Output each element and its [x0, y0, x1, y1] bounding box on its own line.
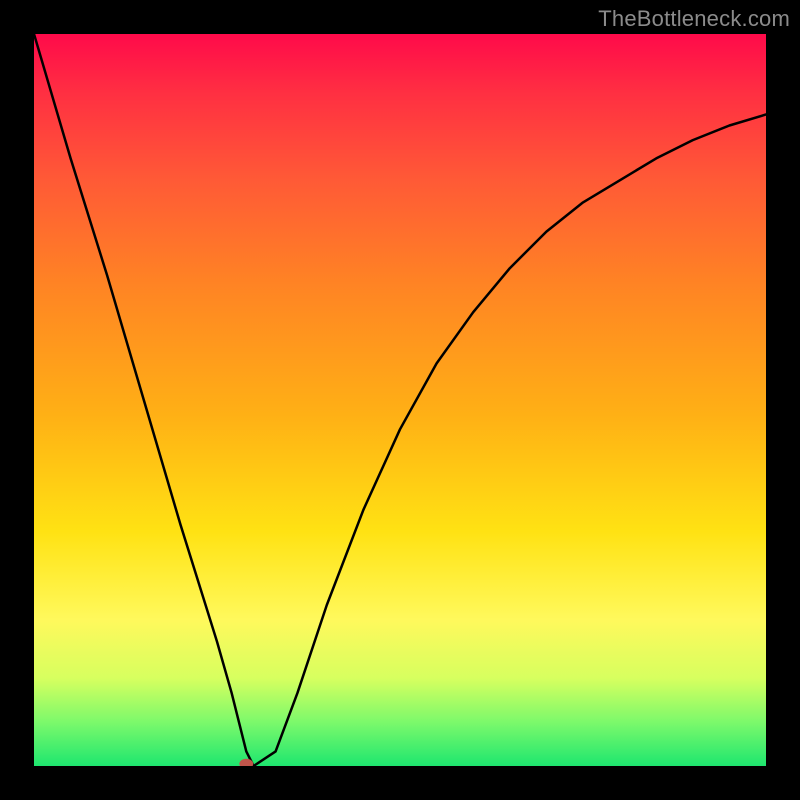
bottleneck-curve	[34, 34, 766, 766]
attribution-label: TheBottleneck.com	[598, 6, 790, 32]
chart-frame: TheBottleneck.com	[0, 0, 800, 800]
chart-svg	[34, 34, 766, 766]
plot-area	[34, 34, 766, 766]
